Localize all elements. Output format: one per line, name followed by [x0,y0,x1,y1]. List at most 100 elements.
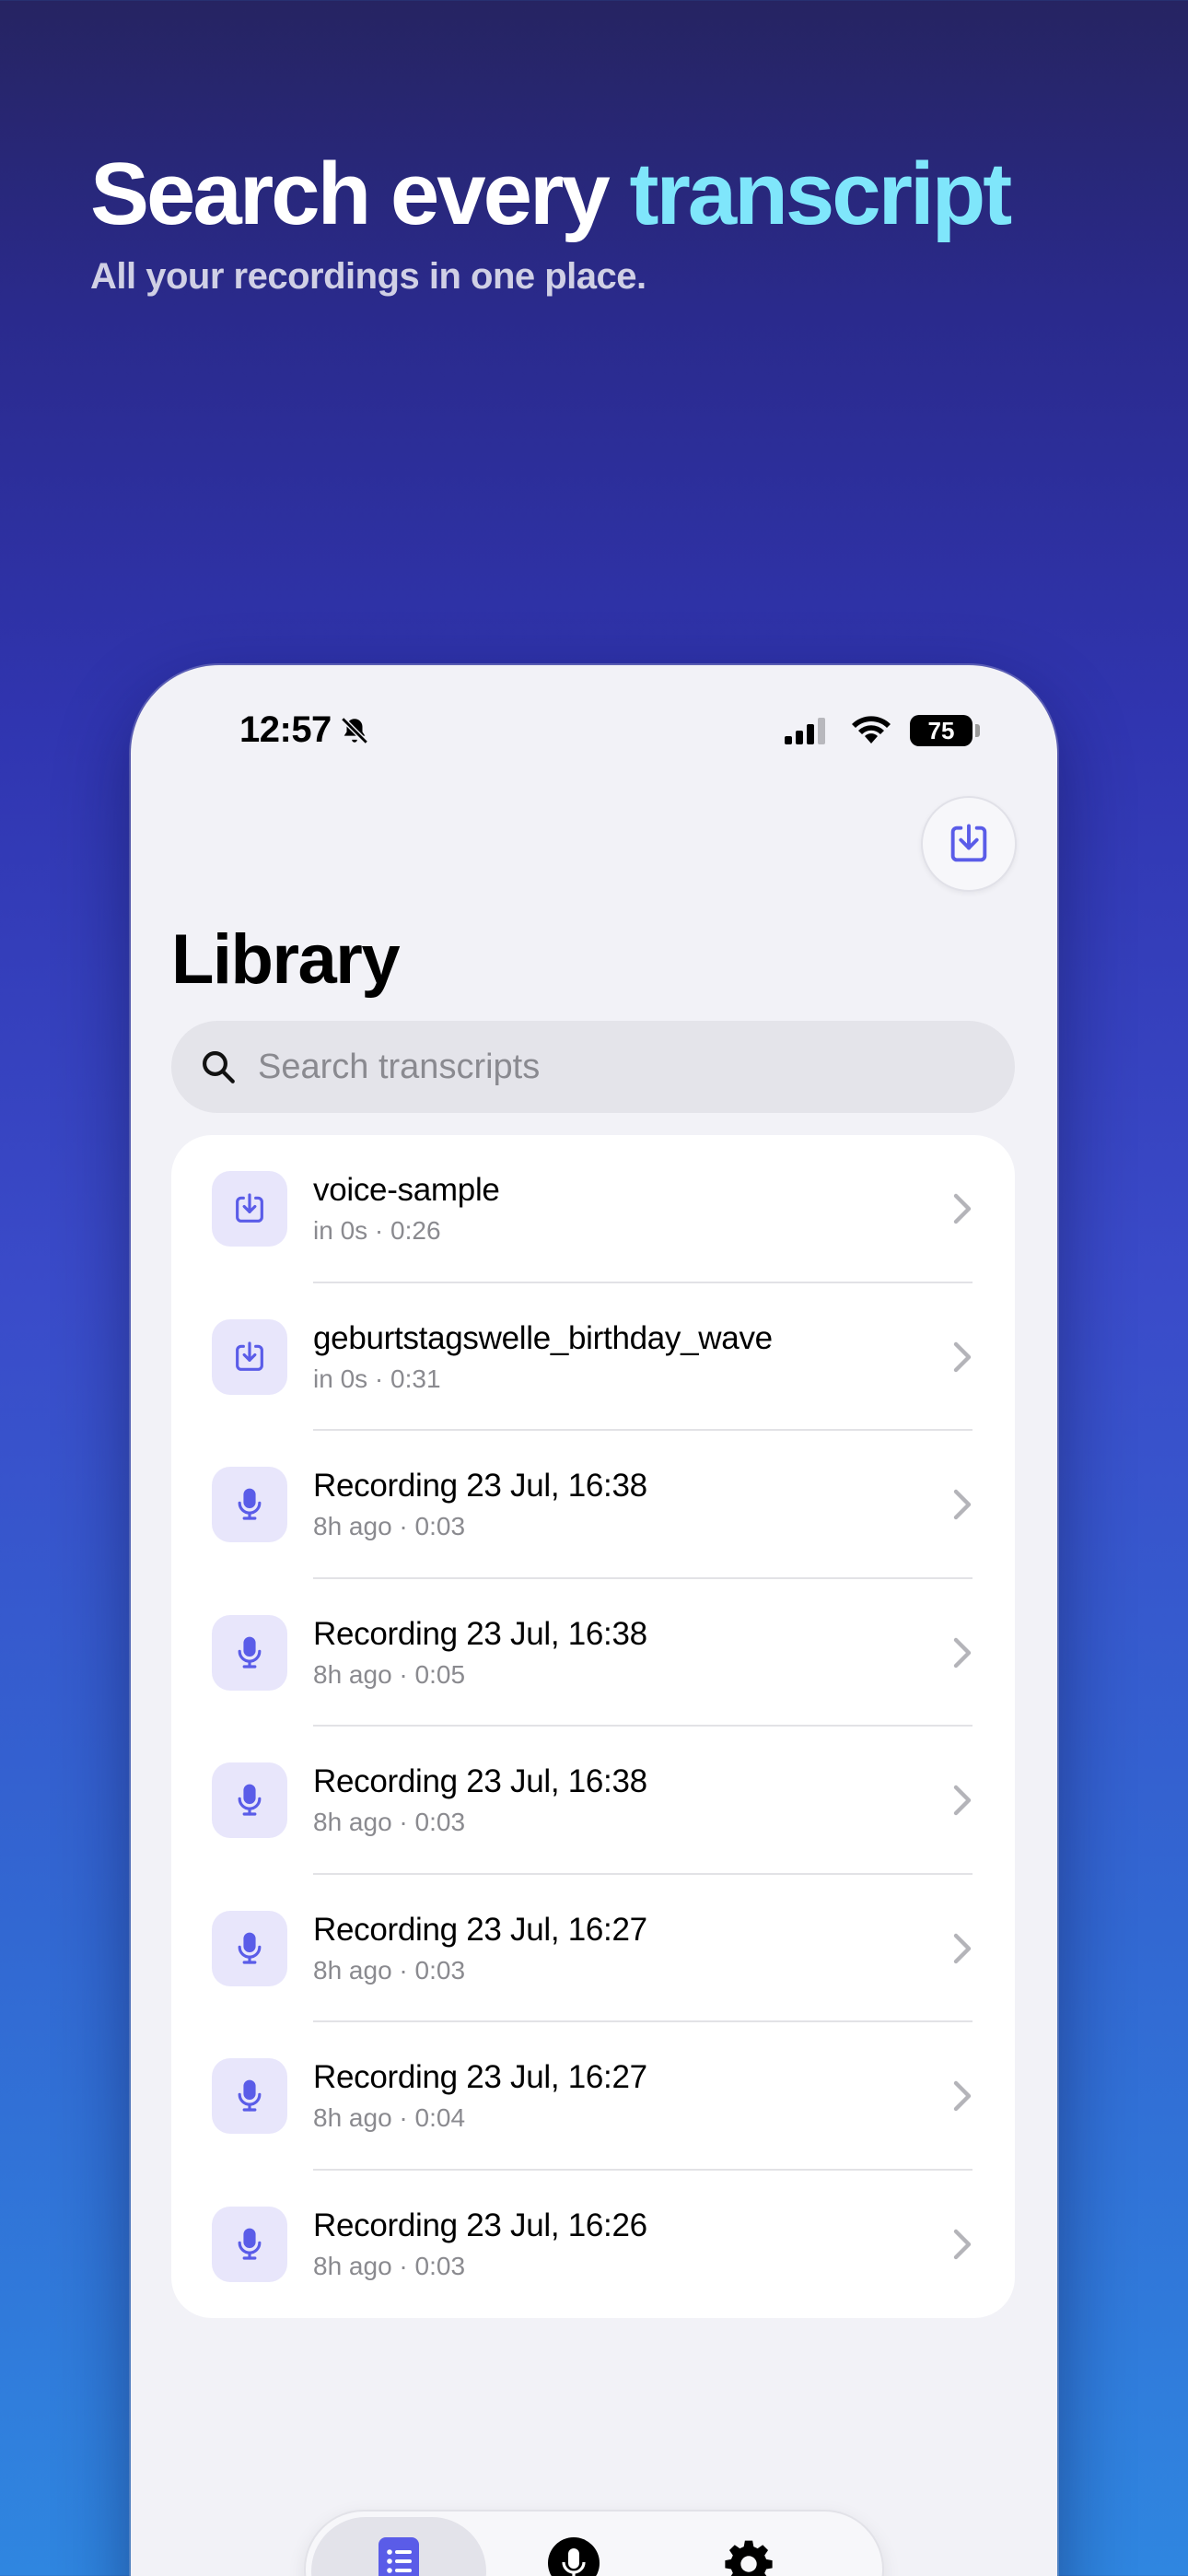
tray-arrow-down-icon [950,824,987,862]
meta-separator: · [391,1659,415,1689]
chevron [952,2228,973,2266]
microphone-icon [238,1932,262,1964]
wifi-icon [852,716,891,744]
chevron-right-icon [953,2229,972,2259]
recording-meta: in 0s · 0:26 [313,1216,500,1246]
meta-separator: · [391,2251,415,2280]
status-right: 75 [785,715,980,746]
meta-separator: · [367,1216,391,1246]
import-icon [236,1193,263,1224]
battery-indicator: 75 [910,715,980,746]
tab-library[interactable] [311,2517,486,2576]
recording-when: 8h ago [313,1512,392,1541]
microphone-icon [238,1636,262,1669]
recording-when: 8h ago [313,1659,392,1689]
list-item[interactable]: Recording 23 Jul, 16:38 8h ago · 0:03 [171,1727,1015,1875]
recording-duration: 0:05 [414,1659,466,1689]
recording-type-badge [212,1171,287,1247]
status-bar: 12:57 75 [131,709,1057,765]
recording-text: Recording 23 Jul, 16:38 8h ago · 0:03 [313,1763,647,1837]
list-item[interactable]: voice-sample in 0s · 0:26 [171,1135,1015,1283]
recording-duration: 0:31 [390,1364,441,1393]
list-item[interactable]: Recording 23 Jul, 16:38 8h ago · 0:03 [171,1431,1015,1579]
chevron [952,1932,973,1970]
list-item[interactable]: Recording 23 Jul, 16:26 8h ago · 0:03 [171,2171,1015,2319]
list-icon [379,2537,419,2576]
recording-duration: 0:03 [414,1955,466,1985]
microphone-icon [238,1488,262,1520]
recording-text: voice-sample in 0s · 0:26 [313,1172,500,1246]
chevron-right-icon [953,1341,972,1372]
page-title: Library [171,920,401,999]
tab-bar [304,2510,884,2576]
recording-meta: 8h ago · 0:03 [313,1808,647,1837]
recording-meta: 8h ago · 0:03 [313,2252,647,2281]
recording-meta: 8h ago · 0:03 [313,1512,647,1541]
recording-title: geburtstagswelle_birthday_wave [313,1319,773,1356]
hero-title-main: Search every [90,145,630,243]
chevron-right-icon [953,1785,972,1816]
battery-level: 75 [927,716,955,744]
recordings-list: voice-sample in 0s · 0:26 geburtstagswelle… [171,1135,1015,2318]
chevron [952,1784,973,1821]
recording-meta: 8h ago · 0:04 [313,2103,647,2133]
hero-title: Search every transcript [90,146,1133,243]
recording-type-badge [212,1318,287,1395]
hero-subtitle: All your recordings in one place. [90,255,646,297]
chevron [952,1488,973,1526]
recording-duration: 0:03 [414,1808,466,1837]
recording-type-badge [212,1910,287,1986]
meta-separator: · [367,1364,391,1393]
chevron-right-icon [953,1637,972,1668]
recording-when: 8h ago [313,1955,392,1985]
search-icon [203,1051,235,1083]
recording-text: Recording 23 Jul, 16:27 8h ago · 0:04 [313,2059,647,2133]
recording-duration: 0:04 [414,2103,466,2133]
import-button[interactable] [921,796,1017,892]
recording-type-badge [212,2206,287,2282]
recording-when: in 0s [313,1364,368,1393]
recording-duration: 0:03 [414,1512,466,1541]
recording-duration: 0:26 [390,1216,441,1246]
chevron [952,1192,973,1230]
microphone-icon [238,2079,262,2112]
recording-when: 8h ago [313,1808,392,1837]
recording-when: in 0s [313,1216,368,1246]
status-time: 12:57 [239,709,370,751]
recording-text: Recording 23 Jul, 16:27 8h ago · 0:03 [313,1912,647,1985]
import-icon [236,1341,263,1371]
recording-text: geburtstagswelle_birthday_wavein 0s · 0:… [313,1320,773,1394]
microphone-icon [238,2228,262,2260]
recording-type-badge [212,1614,287,1691]
tab-settings[interactable] [661,2517,836,2576]
list-item[interactable]: Recording 23 Jul, 16:38 8h ago · 0:05 [171,1579,1015,1727]
chevron-right-icon [953,1193,972,1224]
chevron-right-icon [953,2080,972,2112]
cellular-signal-icon [785,718,825,744]
recording-title: Recording 23 Jul, 16:26 [313,2207,647,2243]
chevron-right-icon [953,1489,972,1520]
list-item[interactable]: Recording 23 Jul, 16:27 8h ago · 0:04 [171,2022,1015,2171]
recording-when: 8h ago [313,2103,392,2133]
recording-title: Recording 23 Jul, 16:38 [313,1615,647,1652]
recording-meta: 8h ago · 0:03 [313,1956,647,1985]
recording-meta: 8h ago · 0:05 [313,1660,647,1690]
recording-title: Recording 23 Jul, 16:27 [313,2059,647,2095]
chevron [952,1636,973,1674]
list-item[interactable]: geburtstagswelle_birthday_wavein 0s · 0:… [171,1283,1015,1431]
tab-record[interactable] [486,2517,661,2576]
list-item[interactable]: Recording 23 Jul, 16:27 8h ago · 0:03 [171,1875,1015,2022]
bell-slash-icon [341,716,368,744]
recording-type-badge [212,2058,287,2135]
recording-text: Recording 23 Jul, 16:38 8h ago · 0:05 [313,1616,647,1690]
microphone-icon [548,2537,600,2576]
recording-text: Recording 23 Jul, 16:38 8h ago · 0:03 [313,1468,647,1541]
phone-frame: 12:57 75 Library Search transcripts voic… [131,665,1057,2576]
search-input[interactable] [258,1047,958,1087]
meta-separator: · [391,1808,415,1837]
recording-type-badge [212,1467,287,1543]
status-time-text: 12:57 [239,709,332,750]
recording-type-badge [212,1762,287,1839]
hero-title-accent: transcript [629,145,1012,243]
search-bar[interactable] [171,1021,1015,1113]
